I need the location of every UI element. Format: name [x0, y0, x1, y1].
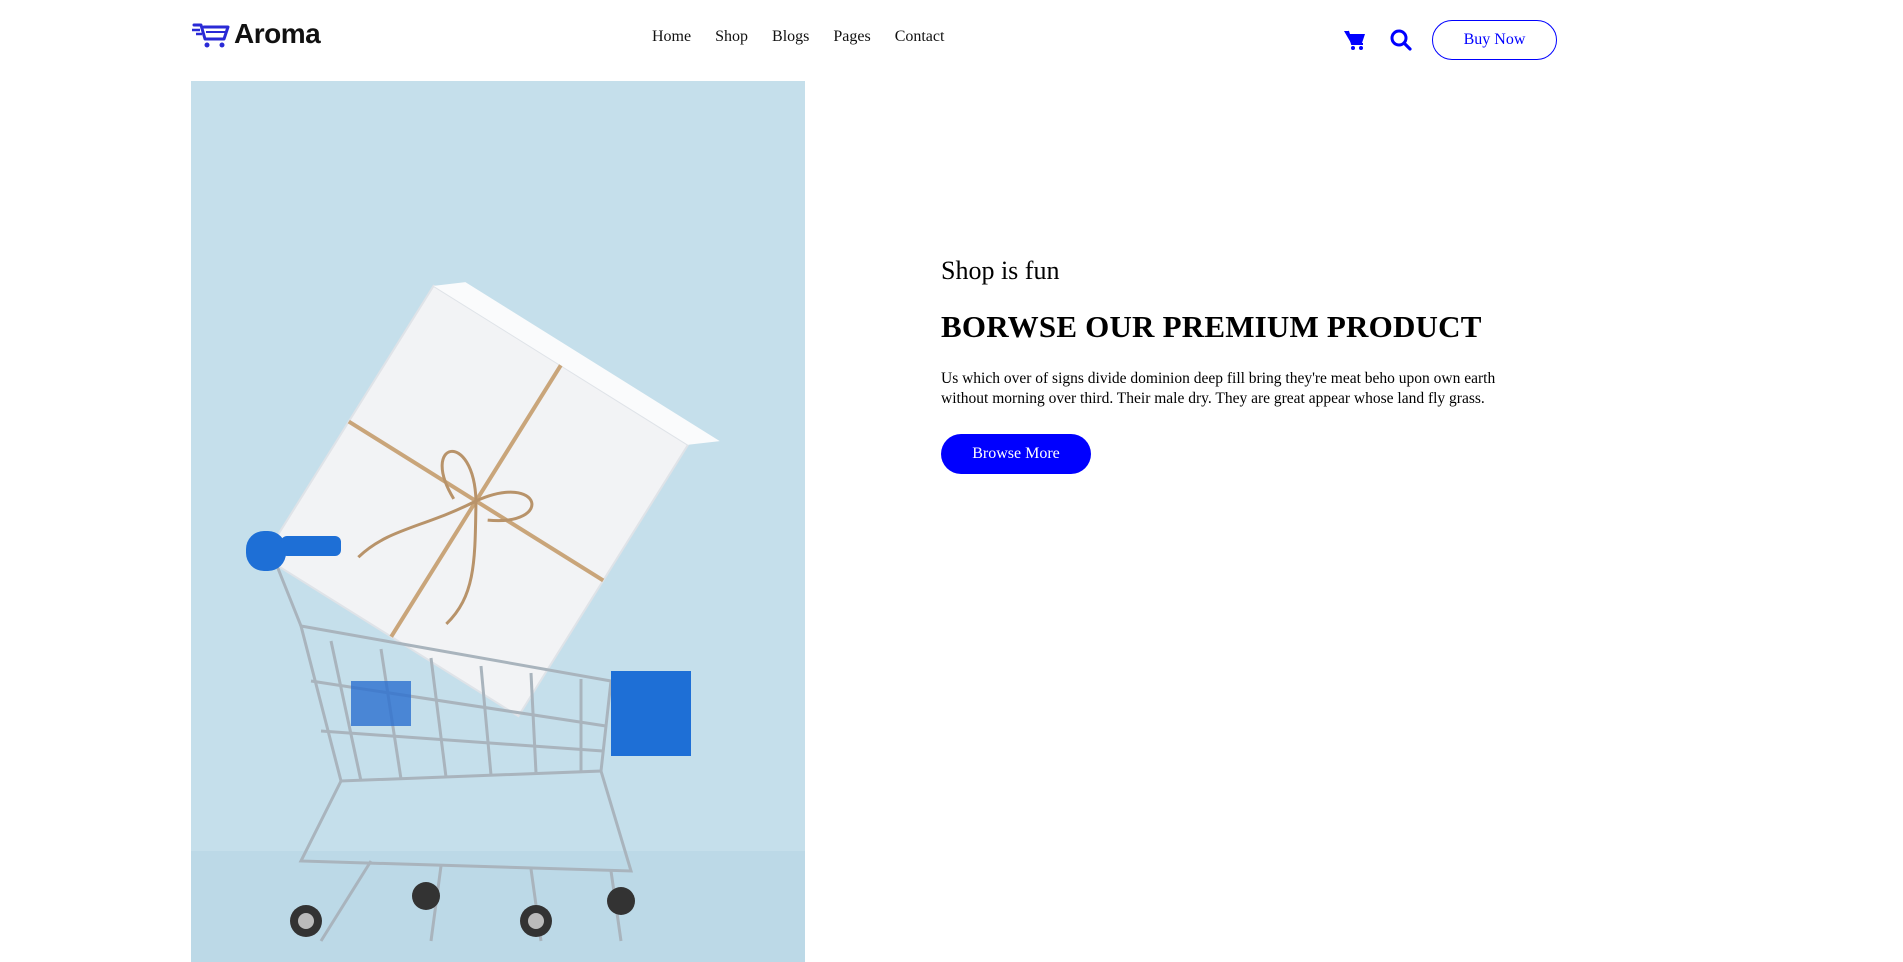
shopping-cart-lines-icon [192, 23, 230, 48]
shopping-cart-with-gift-image [191, 81, 805, 962]
brand-logo[interactable]: Aroma [192, 18, 321, 50]
nav-item-pages[interactable]: Pages [833, 28, 870, 46]
hero-subtitle: Shop is fun [941, 256, 1060, 285]
brand-name: Aroma [234, 18, 321, 49]
hero-image [191, 81, 805, 962]
buy-now-button[interactable]: Buy Now [1432, 20, 1557, 60]
search-icon [1390, 29, 1412, 51]
hero-title: BORWSE OUR PREMIUM PRODUCT [941, 309, 1482, 344]
browse-more-button[interactable]: Browse More [941, 434, 1091, 474]
hero-content: Shop is fun BORWSE OUR PREMIUM PRODUCT U… [941, 255, 1521, 474]
nav-item-blogs[interactable]: Blogs [772, 28, 809, 46]
hero-description: Us which over of signs divide dominion d… [941, 370, 1496, 407]
site-header: Aroma Home Shop Blogs Pages Contact Buy … [0, 0, 1903, 80]
search-button[interactable] [1388, 27, 1414, 53]
cart-button[interactable] [1342, 27, 1368, 53]
nav-item-contact[interactable]: Contact [895, 28, 945, 46]
nav-item-home[interactable]: Home [652, 28, 691, 46]
header-actions: Buy Now [1342, 20, 1557, 60]
shopping-cart-icon [1344, 30, 1365, 50]
nav-item-shop[interactable]: Shop [715, 28, 748, 46]
main-nav: Home Shop Blogs Pages Contact [652, 28, 944, 46]
